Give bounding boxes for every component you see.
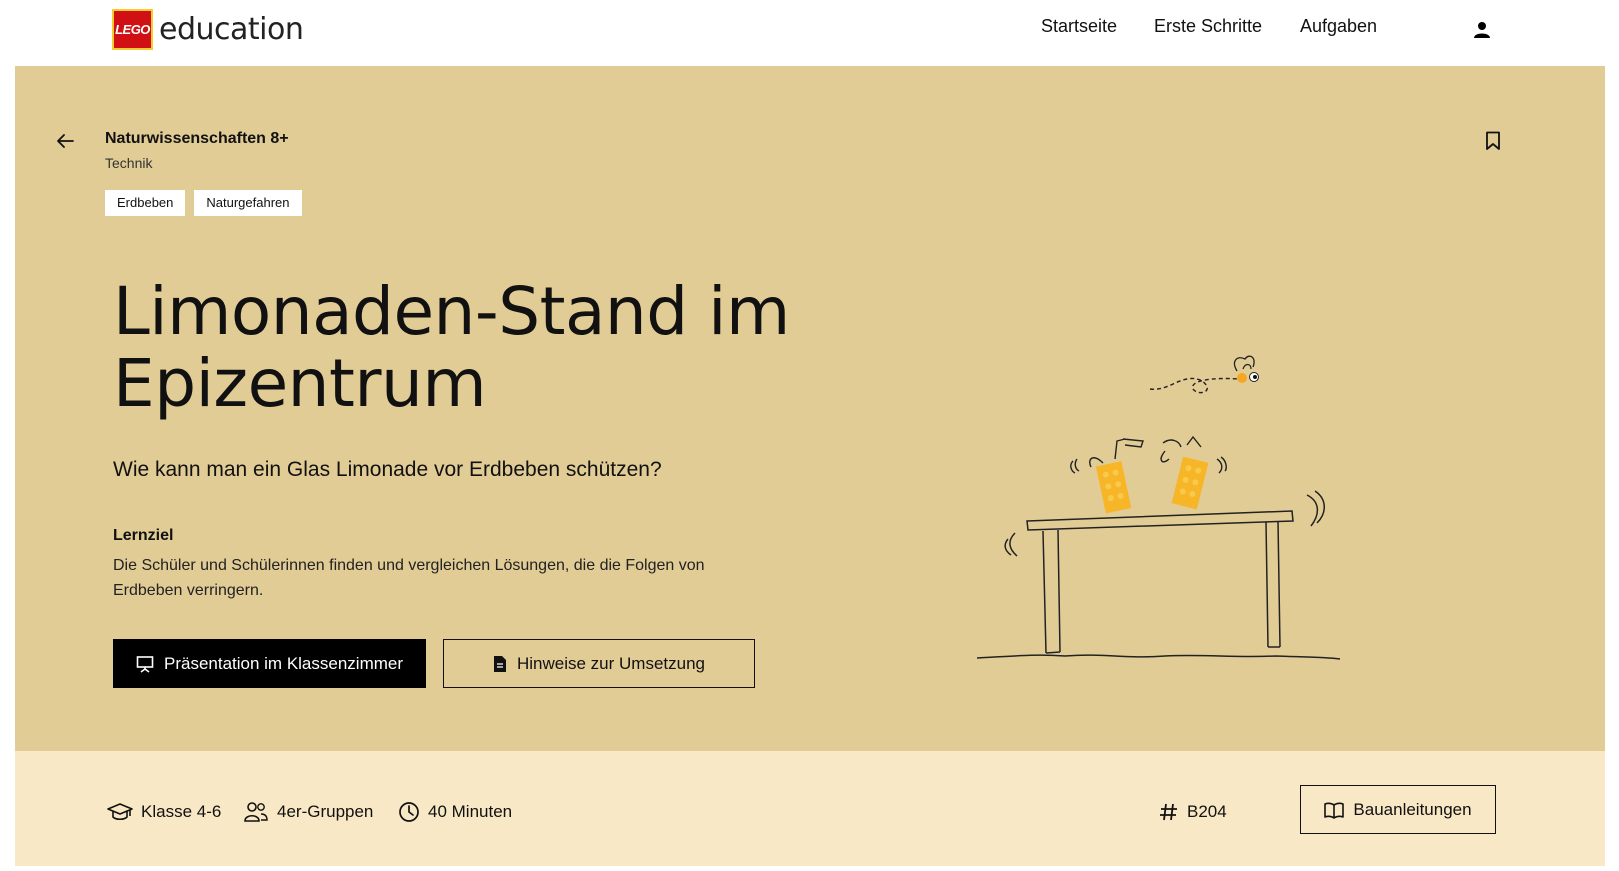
code-info: B204 xyxy=(1159,801,1227,823)
lemonade-glass-left xyxy=(1095,461,1132,514)
grade-info: Klasse 4-6 xyxy=(107,801,221,823)
user-icon[interactable] xyxy=(1473,21,1491,39)
arrow-left-icon[interactable] xyxy=(55,132,75,150)
tag-list: Erdbeben Naturgefahren xyxy=(105,190,302,216)
tag-erdbeben[interactable]: Erdbeben xyxy=(105,190,186,216)
page-title: Limonaden-Stand im Epizentrum xyxy=(113,276,913,420)
ground-line xyxy=(976,654,1341,660)
nav-aufgaben[interactable]: Aufgaben xyxy=(1300,16,1377,37)
bee-path xyxy=(1149,377,1240,394)
group-info: 4er-Gruppen xyxy=(243,801,373,823)
table-top xyxy=(1026,510,1294,531)
bee-wings xyxy=(1233,355,1255,372)
code-label: B204 xyxy=(1187,802,1227,821)
learning-goal-text: Die Schüler und Schülerinnen finden und … xyxy=(113,557,705,599)
subject-title[interactable]: Naturwissenschaften 8+ xyxy=(105,130,289,148)
lesson-info-bar: Klasse 4-6 4er-Gruppen 40 Minuten B204 B… xyxy=(15,751,1605,866)
notes-button-label: Hinweise zur Umsetzung xyxy=(516,653,705,673)
group-icon xyxy=(244,802,268,822)
bee-body xyxy=(1237,373,1247,383)
tag-naturgefahren[interactable]: Naturgefahren xyxy=(194,190,302,216)
title-line-2: Epizentrum xyxy=(113,345,487,422)
education-wordmark: education xyxy=(159,12,304,47)
hash-icon xyxy=(1160,803,1177,821)
graduation-cap-icon xyxy=(107,803,133,821)
shake-marks-left xyxy=(1004,532,1018,557)
hero-section: Naturwissenschaften 8+ Technik Erdbeben … xyxy=(15,66,1605,751)
building-instructions-button[interactable]: Bauanleitungen xyxy=(1300,785,1496,834)
lesson-question: Wie kann man ein Glas Limonade vor Erdbe… xyxy=(113,458,662,481)
book-icon xyxy=(1324,802,1345,819)
duration-info: 40 Minuten xyxy=(398,801,512,823)
nav-erste-schritte[interactable]: Erste Schritte xyxy=(1154,16,1262,37)
title-line-1: Limonaden-Stand im xyxy=(113,273,790,350)
presentation-icon xyxy=(136,655,154,673)
notes-button[interactable]: Hinweise zur Umsetzung xyxy=(443,639,755,688)
building-instructions-label: Bauanleitungen xyxy=(1353,799,1472,819)
grade-label: Klasse 4-6 xyxy=(141,802,222,821)
shake-marks-right xyxy=(1306,490,1325,527)
learning-goal-label: Lernziel xyxy=(113,527,174,544)
document-icon xyxy=(493,655,506,672)
presentation-button[interactable]: Präsentation im Klassenzimmer xyxy=(113,639,426,688)
presentation-button-label: Präsentation im Klassenzimmer xyxy=(163,653,404,673)
lego-education-logo[interactable]: LEGO education xyxy=(112,9,304,50)
nav-startseite[interactable]: Startseite xyxy=(1041,16,1117,37)
group-label: 4er-Gruppen xyxy=(277,802,374,821)
top-navigation-bar: LEGO education Startseite Erste Schritte… xyxy=(0,0,1619,64)
table-leg-right xyxy=(1265,520,1281,648)
bookmark-icon[interactable] xyxy=(1485,131,1501,151)
clock-icon xyxy=(399,802,419,822)
lemonade-glass-right xyxy=(1171,456,1209,510)
subject-subtitle: Technik xyxy=(105,155,153,171)
duration-label: 40 Minuten xyxy=(428,802,513,821)
lego-logo: LEGO xyxy=(112,9,153,50)
table-leg-left xyxy=(1042,529,1061,654)
lemonade-stand-illustration xyxy=(976,355,1341,660)
